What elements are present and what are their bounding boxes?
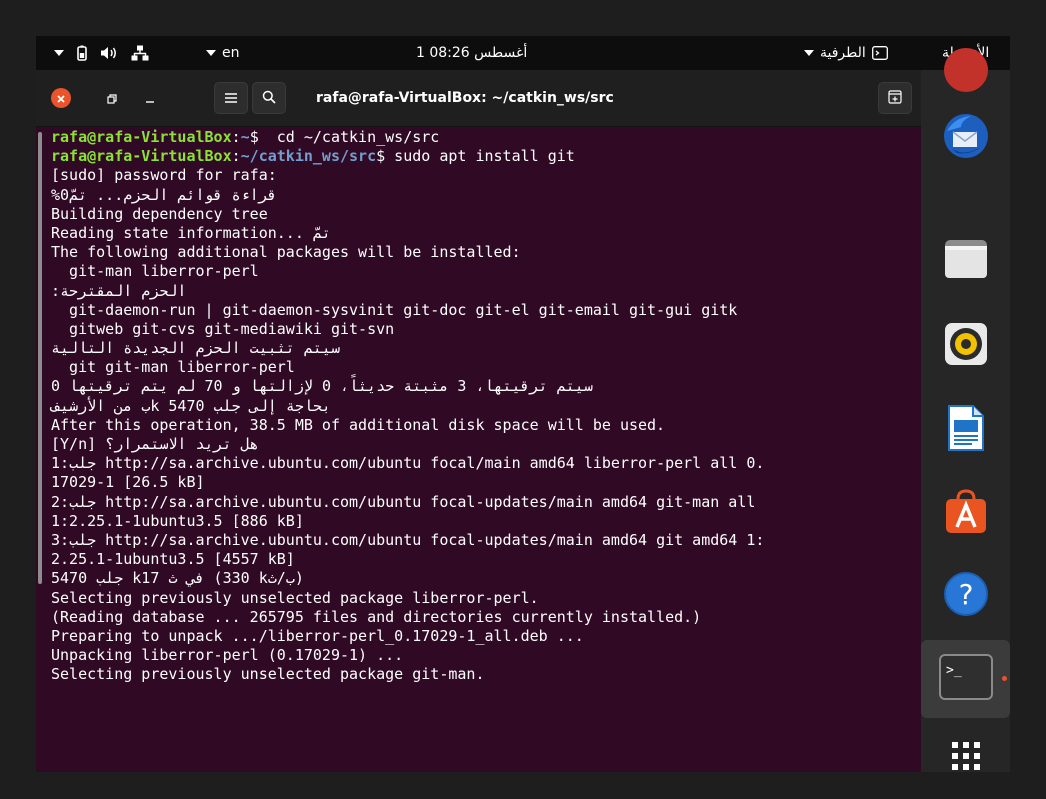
hamburger-icon	[224, 89, 238, 108]
window-headerbar[interactable]: rafa@rafa-VirtualBox: ~/catkin_ws/src	[36, 70, 921, 127]
dock: ? >_	[921, 48, 1010, 772]
output-line: 1:2.25.1-1ubuntu3.5 [886 kB]	[51, 511, 304, 530]
new-tab-button[interactable]	[878, 82, 912, 114]
chevron-down-icon	[804, 50, 814, 56]
output-line: [Y/n] هل تريد الاستمرار؟	[51, 435, 259, 453]
help-icon: ?	[943, 571, 989, 621]
output-line: Building dependency tree	[51, 204, 268, 223]
app-menu-label: الطرفية	[820, 45, 866, 61]
prompt-line: rafa@rafa-VirtualBox:~$ cd ~/catkin_ws/s…	[51, 128, 919, 147]
output-line: Preparing to unpack .../liberror-perl_0.…	[51, 626, 584, 645]
output-line: After this operation, 38.5 MB of additio…	[51, 415, 666, 434]
keyboard-layout-label: en	[222, 45, 240, 61]
dock-item-rhythmbox[interactable]	[921, 314, 1010, 378]
clock-label: 1 أغسطس 08:26	[416, 45, 528, 61]
output-line: Selecting previously unselected package …	[51, 588, 539, 607]
output-line: 2.25.1-1ubuntu3.5 [4557 kB]	[51, 550, 295, 569]
window-title: rafa@rafa-VirtualBox: ~/catkin_ws/src	[316, 90, 614, 106]
output-line: 17029-1 [26.5 kB]	[51, 473, 205, 492]
dock-item-libreoffice-writer[interactable]	[921, 398, 1010, 462]
output-line: 1:جلب http://sa.archive.ubuntu.com/ubunt…	[51, 454, 765, 473]
terminal-glyph: >_	[946, 663, 962, 678]
prompt-path: ~/catkin_ws/src	[240, 147, 377, 166]
restore-icon	[107, 89, 117, 108]
top-bar: en 1 أغسطس 08:26 الطرفية الأنشطة	[36, 36, 1010, 70]
output-line: جلب 5470 k17 في ث (330 kب/ث)	[51, 569, 304, 588]
terminal-small-icon	[871, 46, 888, 60]
terminal-icon: >_	[938, 654, 993, 704]
speaker-icon	[944, 322, 988, 370]
output-line: The following additional packages will b…	[51, 243, 521, 262]
terminal-window: rafa@rafa-VirtualBox: ~/catkin_ws/src ra…	[36, 70, 921, 772]
output-line: git-daemon-run | git-daemon-sysvinit git…	[51, 300, 738, 319]
keyboard-layout-menu[interactable]: en	[206, 36, 240, 70]
app-menu[interactable]: الطرفية	[804, 36, 888, 70]
output-line: Selecting previously unselected package …	[51, 665, 485, 684]
files-icon	[944, 237, 988, 283]
minimize-icon	[145, 89, 155, 108]
prompt-user: rafa@rafa-VirtualBox	[51, 128, 232, 146]
search-button[interactable]	[252, 82, 286, 114]
prompt-separator: :	[231, 147, 241, 166]
prompt-user: rafa@rafa-VirtualBox	[51, 147, 232, 166]
desktop-screen: en 1 أغسطس 08:26 الطرفية الأنشطة	[36, 36, 1010, 772]
dock-item-rhythmbox-partial[interactable]	[921, 48, 1010, 92]
new-tab-icon	[888, 89, 902, 108]
rhythmbox-icon	[942, 46, 990, 98]
minimize-button[interactable]	[140, 88, 160, 108]
output-line: [sudo] password for rafa:	[51, 166, 277, 185]
output-line: 2:جلب http://sa.archive.ubuntu.com/ubunt…	[51, 492, 756, 511]
output-line: سيتم ترقيتها، 3 مثبتة حديثاً، 0 لإزالتها…	[51, 377, 593, 396]
system-menu[interactable]	[54, 36, 149, 70]
prompt-line: rafa@rafa-VirtualBox:~/catkin_ws/src$ su…	[51, 147, 919, 166]
search-icon	[262, 89, 276, 108]
prompt-path: ~	[240, 128, 250, 146]
dock-item-thunderbird[interactable]	[921, 106, 1010, 170]
terminal-text: rafa@rafa-VirtualBox:~$ cd ~/catkin_ws/s…	[51, 128, 919, 684]
prompt-command: $ cd ~/catkin_ws/src	[249, 128, 440, 146]
app-grid-icon	[951, 741, 981, 772]
output-line: Reading state information... تمّ	[51, 223, 331, 242]
writer-icon	[947, 404, 985, 456]
output-line: git git-man liberror-perl	[51, 358, 295, 377]
network-wired-icon	[131, 45, 149, 61]
dock-item-ubuntu-software[interactable]	[921, 482, 1010, 546]
output-line: :الحزم المقترحة	[51, 281, 187, 300]
terminal-output[interactable]: rafa@rafa-VirtualBox:~$ cd ~/catkin_ws/s…	[36, 126, 921, 772]
output-line: 3:جلب http://sa.archive.ubuntu.com/ubunt…	[51, 530, 765, 549]
battery-icon	[77, 45, 87, 61]
terminal-scrollbar[interactable]	[38, 132, 42, 584]
prompt-command: $ sudo apt install git	[376, 147, 575, 166]
clock[interactable]: 1 أغسطس 08:26	[416, 36, 527, 70]
restore-button[interactable]	[102, 88, 122, 108]
volume-icon	[100, 46, 118, 60]
hamburger-menu-button[interactable]	[214, 82, 248, 114]
dock-item-help[interactable]: ?	[921, 564, 1010, 628]
running-indicator	[1002, 676, 1007, 681]
output-line: Unpacking liberror-perl (0.17029-1) ...	[51, 646, 404, 665]
chevron-down-icon	[206, 50, 216, 56]
dock-item-terminal[interactable]: >_	[921, 640, 1010, 718]
dock-item-show-applications[interactable]	[921, 730, 1010, 772]
output-line: سيتم تثبيت الحزم الجديدة التالية	[51, 339, 340, 358]
prompt-separator: :	[231, 128, 241, 146]
dock-item-files[interactable]	[921, 228, 1010, 292]
software-store-icon	[944, 489, 988, 539]
close-icon	[56, 89, 66, 108]
close-button[interactable]	[51, 88, 71, 108]
help-glyph: ?	[958, 578, 973, 611]
thunderbird-icon	[941, 111, 991, 165]
chevron-down-icon	[54, 50, 64, 56]
output-line: gitweb git-cvs git-mediawiki git-svn	[51, 319, 395, 338]
output-line: git-man liberror-perl	[51, 262, 259, 281]
output-line: %قراءة قوائم الحزم... تمّ0	[51, 185, 277, 204]
output-line: ب من الأرشيفk بحاجة إلى جلب 5470	[51, 396, 331, 415]
output-line: (Reading database ... 265795 files and d…	[51, 607, 702, 626]
